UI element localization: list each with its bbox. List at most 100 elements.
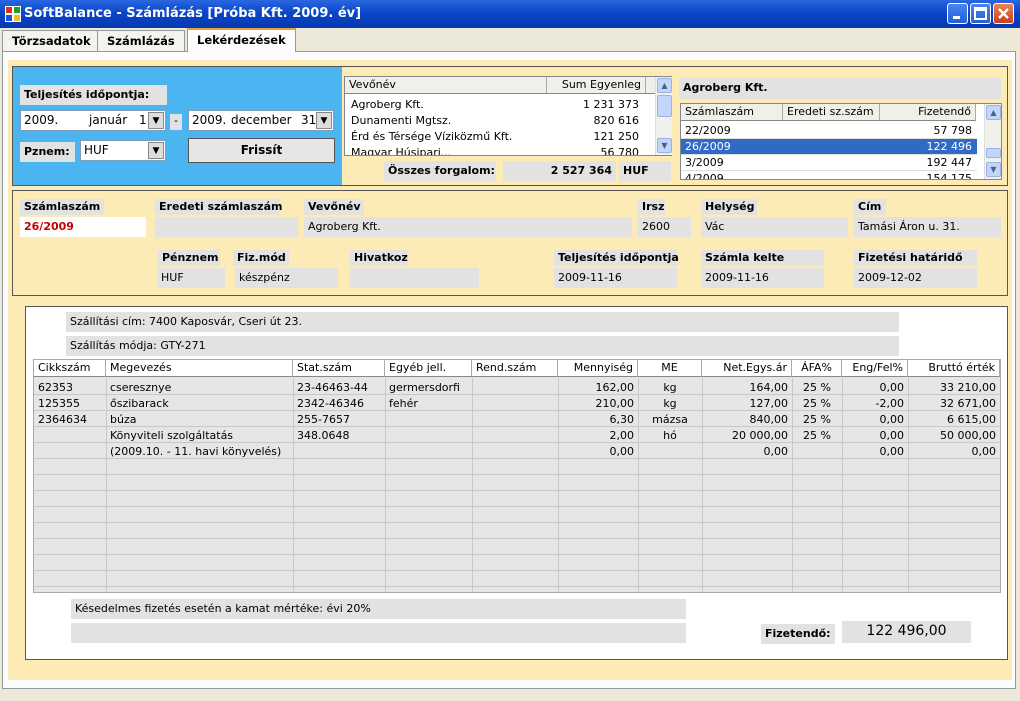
scroll-thumb[interactable]: [657, 95, 672, 117]
grid-col-line: [842, 378, 843, 592]
item-cell[interactable]: 25 %: [792, 397, 842, 410]
col-other[interactable]: Egyéb jell.: [385, 360, 472, 377]
to-date-picker[interactable]: 2009. december 31 ▼: [188, 110, 334, 131]
customer-row-name[interactable]: Érd és Térsége Víziközmű Kft.: [347, 130, 547, 143]
item-cell[interactable]: 0,00: [842, 445, 908, 458]
customer-row-sum[interactable]: 820 616: [547, 114, 643, 127]
item-cell[interactable]: 2342-46346: [293, 397, 385, 410]
col-vat[interactable]: ÁFA%: [792, 360, 842, 377]
item-cell[interactable]: 62353: [34, 381, 106, 394]
customer-row-name[interactable]: Dunamenti Mgtsz.: [347, 114, 547, 127]
scroll-up-icon[interactable]: ▲: [657, 78, 672, 93]
col-stat-no[interactable]: Stat.szám: [293, 360, 385, 377]
shipping-address: Szállítási cím: 7400 Kaposvár, Cseri út …: [66, 312, 899, 332]
customer-row-sum[interactable]: 56 780: [547, 146, 643, 155]
item-cell[interactable]: 32 671,00: [908, 397, 1000, 410]
item-cell[interactable]: 25 %: [792, 381, 842, 394]
tab-torzsadatok[interactable]: Törzsadatok: [2, 30, 101, 51]
scroll-up-icon[interactable]: ▲: [986, 105, 1001, 120]
item-cell[interactable]: 50 000,00: [908, 429, 1000, 442]
item-cell[interactable]: 164,00: [702, 381, 792, 394]
invoice-scrollbar[interactable]: ▲ ▼: [984, 104, 1001, 179]
item-cell[interactable]: búza: [106, 413, 293, 426]
col-description[interactable]: Megevezés: [106, 360, 293, 377]
chevron-down-icon[interactable]: ▼: [148, 142, 164, 159]
refresh-button[interactable]: Frissít: [188, 138, 335, 163]
item-cell[interactable]: 6,30: [558, 413, 638, 426]
chevron-down-icon[interactable]: ▼: [316, 112, 332, 129]
item-cell[interactable]: 0,00: [908, 445, 1000, 458]
tab-szamlazas[interactable]: Számlázás: [97, 30, 185, 51]
item-cell[interactable]: kg: [638, 381, 702, 394]
item-cell[interactable]: fehér: [385, 397, 472, 410]
invoice-no-label: Számlaszám: [20, 199, 104, 215]
item-cell[interactable]: (2009.10. - 11. havi könyvelés): [106, 445, 293, 458]
item-cell[interactable]: 0,00: [842, 381, 908, 394]
invoice-row[interactable]: 22/2009 57 798: [681, 123, 977, 139]
item-cell[interactable]: 0,00: [842, 429, 908, 442]
col-unit[interactable]: ME: [638, 360, 702, 377]
item-cell[interactable]: 20 000,00: [702, 429, 792, 442]
item-cell[interactable]: mázsa: [638, 413, 702, 426]
invoice-row[interactable]: 3/2009 192 447: [681, 155, 977, 171]
scroll-down-icon[interactable]: ▼: [657, 138, 672, 153]
item-cell[interactable]: 23-46463-44: [293, 381, 385, 394]
col-quantity[interactable]: Mennyiség: [558, 360, 638, 377]
item-cell[interactable]: germersdorfi: [385, 381, 472, 394]
item-cell[interactable]: Könyviteli szolgáltatás: [106, 429, 293, 442]
customer-row-name[interactable]: Magyar Húsipari...: [347, 146, 547, 155]
col-net-price[interactable]: Net.Egys.ár: [702, 360, 792, 377]
item-cell[interactable]: 840,00: [702, 413, 792, 426]
performance-date-label: Teljesítés időpontja: [554, 250, 679, 266]
item-cell[interactable]: 125355: [34, 397, 106, 410]
item-cell[interactable]: 25 %: [792, 429, 842, 442]
item-cell[interactable]: 0,00: [558, 445, 638, 458]
city-label: Helység: [701, 199, 757, 215]
scroll-thumb[interactable]: [986, 148, 1001, 158]
close-button[interactable]: [993, 3, 1014, 24]
customer-scrollbar[interactable]: ▲ ▼: [655, 77, 672, 155]
item-cell[interactable]: őszibarack: [106, 397, 293, 410]
maximize-button[interactable]: [970, 3, 991, 24]
item-cell[interactable]: cseresznye: [106, 381, 293, 394]
zip-label: Irsz: [638, 199, 665, 215]
item-cell[interactable]: 210,00: [558, 397, 638, 410]
item-cell[interactable]: 2,00: [558, 429, 638, 442]
col-gross-value[interactable]: Bruttó érték: [908, 360, 1000, 377]
item-cell[interactable]: 33 210,00: [908, 381, 1000, 394]
col-order-no[interactable]: Rend.szám: [472, 360, 558, 377]
grid-row-line: [34, 442, 1000, 443]
item-cell[interactable]: 6 615,00: [908, 413, 1000, 426]
period-label: Teljesítés időpontja:: [20, 85, 167, 105]
item-cell[interactable]: -2,00: [842, 397, 908, 410]
chevron-down-icon[interactable]: ▼: [148, 112, 164, 129]
invoice-row[interactable]: 4/2009 154 175: [681, 171, 977, 179]
item-cell[interactable]: 348.0648: [293, 429, 385, 442]
minimize-button[interactable]: [947, 3, 968, 24]
item-cell[interactable]: 25 %: [792, 413, 842, 426]
grid-col-line: [293, 378, 294, 592]
item-cell[interactable]: 0,00: [702, 445, 792, 458]
currency-value: HUF: [84, 143, 109, 157]
customer-row-sum[interactable]: 121 250: [547, 130, 643, 143]
col-item-code[interactable]: Cikkszám: [34, 360, 106, 377]
item-cell[interactable]: 2364634: [34, 413, 106, 426]
item-cell[interactable]: 255-7657: [293, 413, 385, 426]
item-cell[interactable]: 0,00: [842, 413, 908, 426]
grid-col-line: [106, 378, 107, 592]
currency-select[interactable]: HUF ▼: [80, 140, 166, 161]
invoice-row[interactable]: 26/2009 122 496: [681, 139, 977, 155]
from-date-picker[interactable]: 2009. január 1 ▼: [20, 110, 166, 131]
customer-row-sum[interactable]: 1 231 373: [547, 98, 643, 111]
item-cell[interactable]: kg: [638, 397, 702, 410]
item-cell[interactable]: 162,00: [558, 381, 638, 394]
payable-total-value: 122 496,00: [842, 621, 971, 643]
title-bar[interactable]: SoftBalance - Számlázás [Próba Kft. 2009…: [0, 0, 1020, 28]
col-discount[interactable]: Eng/Fel%: [842, 360, 908, 377]
item-cell[interactable]: hó: [638, 429, 702, 442]
grid-row-line: [34, 538, 1000, 539]
item-cell[interactable]: 127,00: [702, 397, 792, 410]
customer-row-name[interactable]: Agroberg Kft.: [347, 98, 547, 111]
tab-lekerdezesek[interactable]: Lekérdezések: [187, 28, 296, 52]
scroll-down-icon[interactable]: ▼: [986, 162, 1001, 177]
